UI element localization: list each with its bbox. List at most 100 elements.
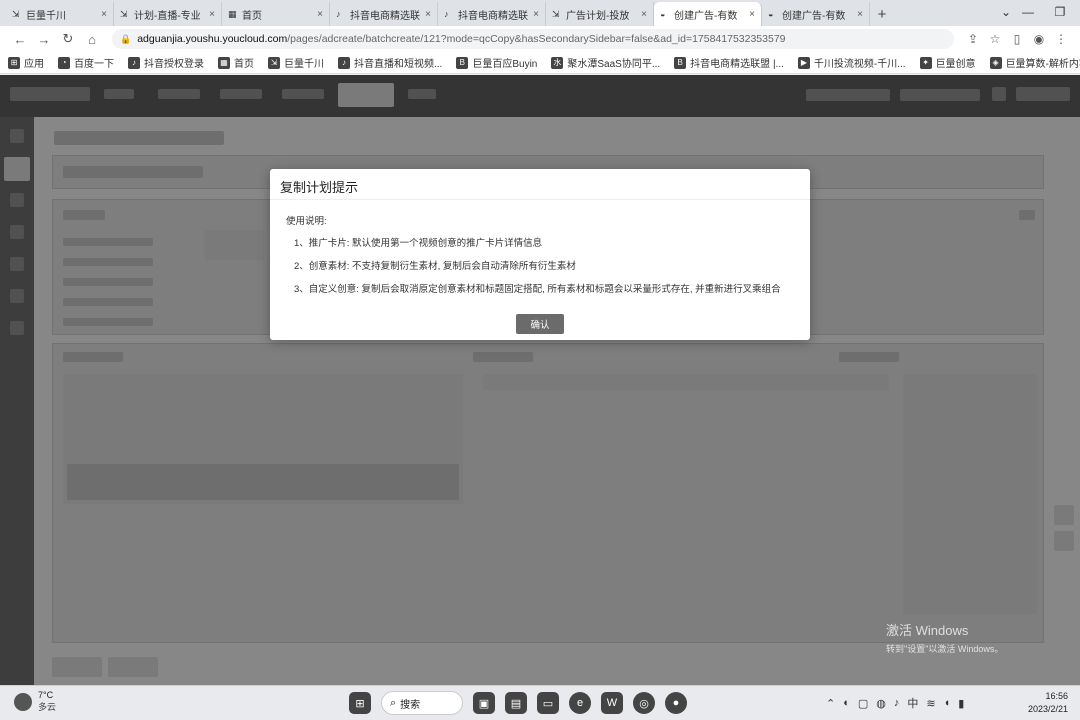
taskbar-search[interactable]: ⌕ 搜索 [381, 691, 463, 715]
suanshu-icon: ◈ [989, 56, 1002, 69]
tab[interactable]: ♪ 抖音电商精选联 × [438, 2, 546, 26]
tab[interactable]: ▦ 首页 × [222, 2, 330, 26]
volume-icon[interactable]: ◖ [944, 697, 951, 709]
bookmark-label: 巨量算数-解析内容... [1005, 59, 1080, 70]
tab[interactable]: ⇲ 计划-直播-专业 × [114, 2, 222, 26]
usage-item: 3、自定义创意: 复制后会取消原定创意素材和标题固定搭配, 所有素材和标题会以采… [294, 284, 781, 295]
douyin-icon: ♪ [444, 9, 449, 19]
close-icon[interactable]: × [641, 9, 647, 20]
tab[interactable]: ◒ 创建广告-有数 × [654, 2, 762, 26]
tab-label: 计划-直播-专业 [134, 10, 201, 22]
bookmark-item[interactable]: B 抖音电商精选联盟 |... [674, 55, 784, 70]
close-icon[interactable]: × [533, 9, 539, 20]
usage-item: 1、推广卡片: 默认使用第一个视频创意的推广卡片详情信息 [294, 238, 543, 249]
bookmark-label: 应用 [24, 59, 44, 70]
edge-icon[interactable]: e [569, 692, 591, 714]
tab-label: 创建广告-有数 [674, 10, 738, 22]
baidu-icon: ◔ [58, 56, 70, 69]
profile-icon[interactable]: ◉ [1028, 32, 1050, 46]
tab[interactable]: ⇲ 广告计划-投放 × [546, 2, 654, 26]
new-tab-button[interactable]: + [870, 2, 894, 26]
bookmark-label: 巨量千川 [284, 59, 324, 70]
tab-label: 抖音电商精选联 [350, 10, 420, 22]
bookmark-star-icon[interactable]: ☆ [984, 32, 1006, 46]
bookmark-item[interactable]: ✦ 巨量创意 [919, 55, 976, 70]
file-explorer-icon[interactable]: ▤ [505, 692, 527, 714]
video-icon: ▶ [797, 56, 810, 69]
wifi-icon[interactable]: ≋ [926, 697, 935, 710]
tray-app-icon[interactable]: ◍ [876, 697, 886, 710]
bookmark-item[interactable]: ♪ 抖音直播和短视频... [338, 55, 442, 70]
apps-grid-icon: ⊞ [8, 56, 20, 69]
tab[interactable]: ◒ 创建广告-有数 × [762, 2, 870, 26]
app-icon[interactable]: ● [665, 692, 687, 714]
share-icon[interactable]: ⇪ [962, 32, 984, 46]
close-icon[interactable]: × [317, 9, 323, 20]
bookmark-label: 巨量百应Buyin [472, 59, 538, 70]
confirm-button[interactable]: 确认 [516, 314, 564, 334]
bookmark-label: 巨量创意 [935, 59, 976, 70]
watermark-line1: 激活 Windows [886, 623, 969, 638]
youshu-icon: ◒ [768, 9, 774, 19]
page-content: 复制计划提示 使用说明: 1、推广卡片: 默认使用第一个视频创意的推广卡片详情信… [0, 75, 1080, 685]
bookmark-item[interactable]: ⇲ 巨量千川 [268, 55, 324, 70]
clock-time: 16:56 [1045, 691, 1068, 701]
chevron-up-icon[interactable]: ⌃ [826, 697, 835, 710]
buyin-icon: B [456, 56, 469, 69]
tab-label: 抖音电商精选联 [458, 10, 528, 22]
tray-app-icon[interactable]: ◐ [843, 697, 850, 709]
clock[interactable]: 16:56 2023/2/21 [1028, 690, 1068, 716]
url-input[interactable]: 🔒 adguanjia.youshu.youcloud.com/pages/ad… [112, 29, 954, 49]
weather-icon [14, 692, 32, 711]
dialog-body: 使用说明: 1、推广卡片: 默认使用第一个视频创意的推广卡片详情信息 2、创意素… [286, 213, 796, 304]
qianchuan-icon: ⇲ [120, 9, 128, 19]
maximize-icon[interactable]: ❐ [1042, 0, 1078, 24]
close-icon[interactable]: × [101, 9, 107, 20]
back-icon[interactable]: ← [8, 28, 32, 50]
bookmark-item[interactable]: ⊞ 应用 [8, 55, 44, 70]
task-view-icon[interactable]: ▣ [473, 692, 495, 714]
bookmark-item[interactable]: 水聚水潭SaaS协同平... [551, 55, 660, 70]
close-icon[interactable]: × [857, 9, 863, 20]
chuangyi-icon: ✦ [919, 56, 932, 69]
page-icon: ▦ [218, 56, 230, 69]
microphone-icon[interactable]: ♪ [894, 697, 900, 709]
battery-icon[interactable]: ▮ [958, 697, 964, 710]
folder-icon[interactable]: ▭ [537, 692, 559, 714]
clock-date: 2023/2/21 [1027, 704, 1068, 714]
ime-indicator[interactable]: 中 [907, 695, 918, 711]
bookmark-item[interactable]: ▶ 千川投流视频-千川... [797, 55, 906, 70]
dialog-title: 复制计划提示 [280, 180, 359, 195]
close-icon[interactable]: × [209, 9, 215, 20]
minimize-icon[interactable]: — [1010, 0, 1046, 24]
bookmark-item[interactable]: B 巨量百应Buyin [456, 55, 537, 70]
chrome-icon[interactable]: ◎ [633, 692, 655, 714]
system-tray: ⌃ ◐ ▢ ◍ ♪ 中 ≋ ◖ ▮ [822, 695, 968, 711]
bookmark-item[interactable]: ♪ 抖音授权登录 [128, 55, 204, 70]
tab-label: 创建广告-有数 [782, 10, 846, 22]
close-icon[interactable]: × [425, 9, 431, 20]
qianchuan-icon: ⇲ [12, 9, 20, 19]
dialog-divider [270, 199, 810, 200]
qianchuan-icon: ⇲ [268, 56, 280, 69]
bookmark-label: 抖音授权登录 [144, 59, 204, 70]
bookmark-item[interactable]: ◈巨量算数-解析内容... [989, 55, 1080, 70]
lock-icon: 🔒 [120, 33, 132, 44]
bookmark-item[interactable]: ◔ 百度一下 [58, 55, 114, 70]
close-icon[interactable]: × [749, 9, 755, 20]
forward-icon[interactable]: → [32, 28, 56, 50]
modal-overlay[interactable] [0, 75, 1080, 685]
tab[interactable]: ⇲ 巨量千川 × [6, 2, 114, 26]
weather-widget[interactable]: 7°C 多云 [14, 690, 56, 713]
bookmark-item[interactable]: ▦ 首页 [218, 55, 254, 70]
tray-app-icon[interactable]: ▢ [858, 697, 868, 710]
menu-icon[interactable]: ⋮ [1050, 32, 1072, 46]
home-icon[interactable]: ⌂ [80, 28, 104, 50]
start-icon[interactable]: ⊞ [349, 692, 371, 714]
sidebar-icon[interactable]: ▯ [1006, 32, 1028, 46]
wps-icon[interactable]: W [601, 692, 623, 714]
tab-list: ⇲ 巨量千川 × ⇲ 计划-直播-专业 × ▦ 首页 × ♪ 抖音电商精选联 × ♪ 抖音电商精选联 × ⇲ 广… [6, 2, 870, 26]
jushuitan-icon: 水 [551, 56, 564, 69]
tab[interactable]: ♪ 抖音电商精选联 × [330, 2, 438, 26]
reload-icon[interactable]: ↻ [56, 28, 80, 50]
